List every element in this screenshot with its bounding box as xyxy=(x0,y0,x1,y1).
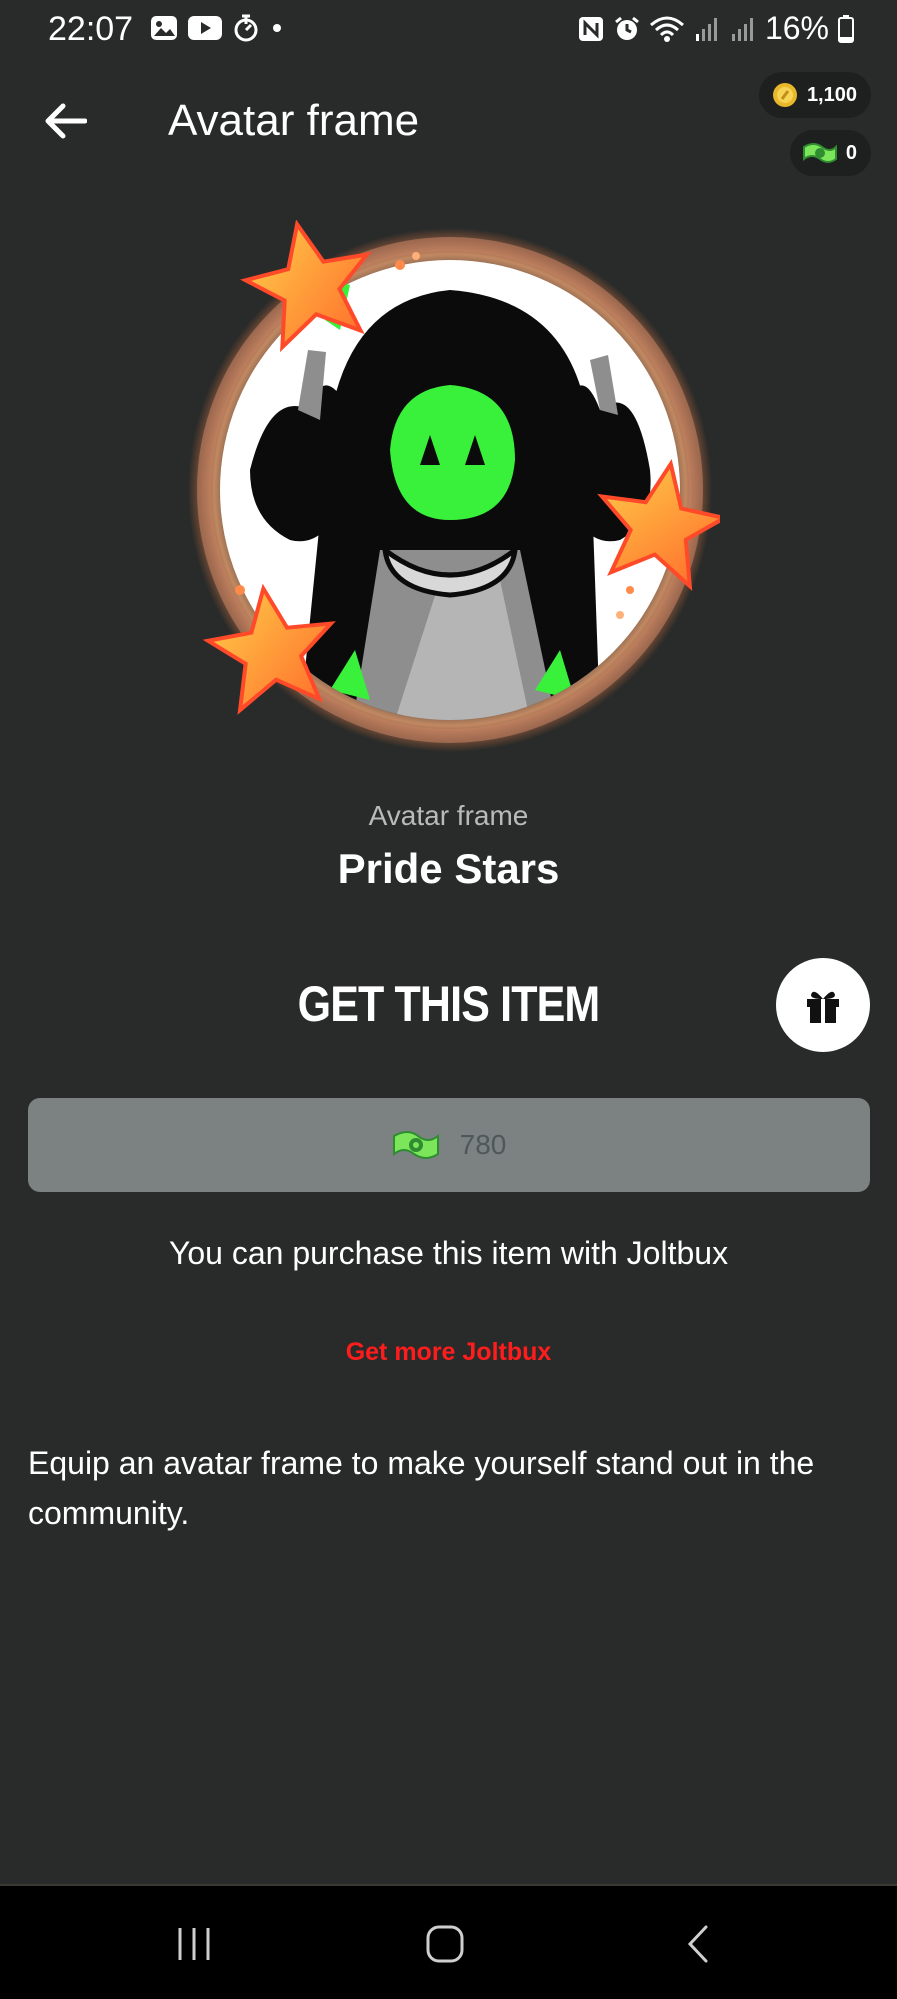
home-button[interactable] xyxy=(415,1914,475,1974)
purchase-note: You can purchase this item with Joltbux xyxy=(168,1235,729,1271)
price-value: 780 xyxy=(459,1129,507,1160)
status-time: 22:07 xyxy=(48,10,134,48)
joltbux-icon xyxy=(802,143,837,163)
system-nav-bar xyxy=(0,1886,897,1999)
joltbux-icon xyxy=(392,1131,439,1159)
get-this-item-heading: GET THIS ITEM xyxy=(297,976,601,1032)
gift-icon xyxy=(807,991,839,1023)
item-type-label: Avatar frame xyxy=(368,800,529,831)
back-button[interactable] xyxy=(40,95,92,147)
gift-button[interactable] xyxy=(776,958,870,1052)
timer-app-icon xyxy=(232,14,260,42)
recents-icon xyxy=(178,1928,210,1960)
status-bar: 22:07 16% xyxy=(0,0,897,60)
back-chevron-icon xyxy=(687,1925,708,1963)
status-left-icons xyxy=(150,14,284,42)
alarm-icon xyxy=(613,15,641,43)
arrow-left-icon xyxy=(45,103,87,139)
gallery-icon xyxy=(150,14,178,42)
get-more-joltbux-link[interactable]: Get more Joltbux xyxy=(0,1338,897,1367)
item-name: Pride Stars xyxy=(337,845,560,892)
joltbux-count: 0 xyxy=(845,141,857,164)
signal-icon xyxy=(729,15,757,43)
recents-button[interactable] xyxy=(164,1914,224,1974)
wifi-icon xyxy=(649,15,685,43)
signal-icon xyxy=(693,15,721,43)
joltbux-balance[interactable]: 0 xyxy=(789,130,871,176)
status-right-icons: 16% xyxy=(577,10,855,47)
dot-icon xyxy=(270,14,284,42)
coins-count: 1,100 xyxy=(806,83,857,106)
item-description: Equip an avatar frame to make yourself s… xyxy=(28,1445,815,1531)
youtube-icon xyxy=(188,14,222,42)
coin-icon xyxy=(772,83,797,107)
header: Avatar frame 1,100 0 xyxy=(0,70,897,180)
battery-percent: 16% xyxy=(764,10,829,46)
battery-icon xyxy=(837,14,855,43)
home-icon xyxy=(426,1925,464,1963)
nfc-icon xyxy=(577,15,605,43)
buy-with-joltbux-button[interactable]: 780 xyxy=(28,1098,870,1192)
coins-balance[interactable]: 1,100 xyxy=(758,72,871,118)
avatar-frame-preview xyxy=(180,219,730,760)
page-title: Avatar frame xyxy=(168,96,420,145)
back-nav-button[interactable] xyxy=(668,1914,728,1974)
screen: 22:07 16% Avatar frame 1,100 0 Avatar fr… xyxy=(0,0,897,1999)
